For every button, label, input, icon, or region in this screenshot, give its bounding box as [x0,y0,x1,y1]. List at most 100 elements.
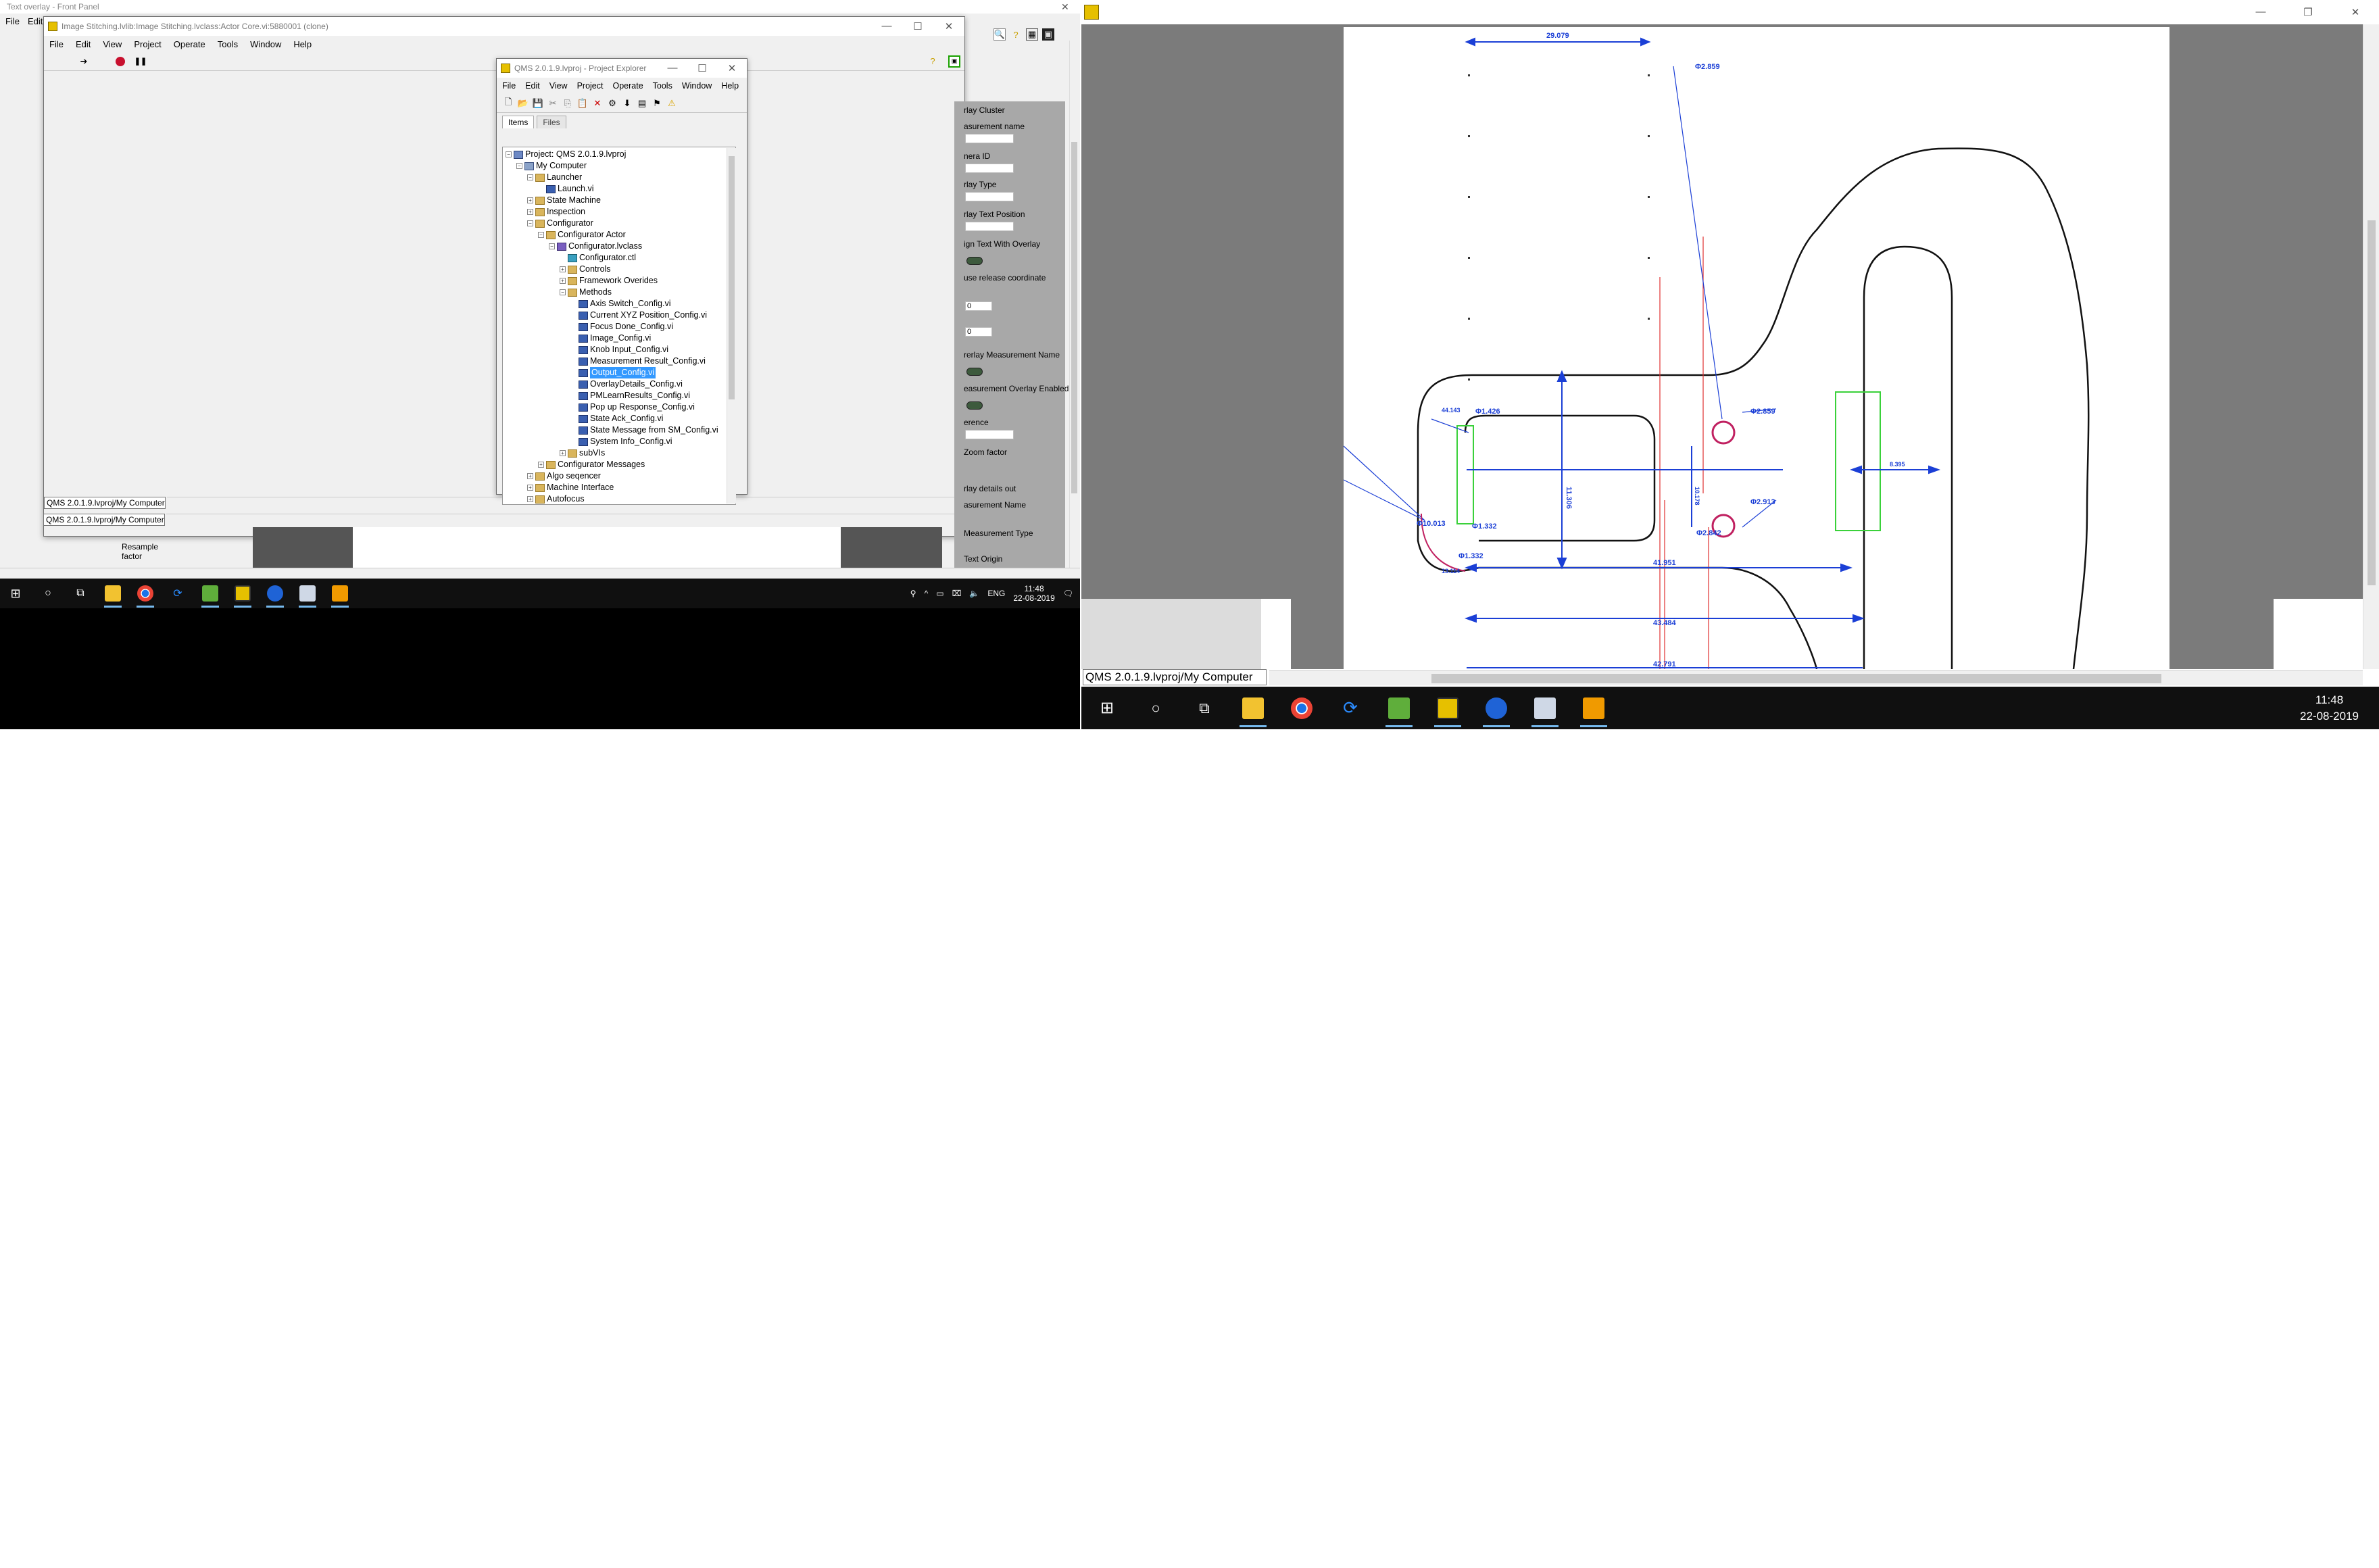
expand-icon[interactable]: + [527,473,533,479]
tree-item[interactable]: Output_Config.vi [570,367,656,378]
deploy-icon[interactable]: ⬇ [621,97,633,109]
notepad-icon[interactable] [199,582,222,608]
expand-icon[interactable]: + [560,450,566,456]
tree-item[interactable]: Pop up Response_Config.vi [570,401,695,413]
collapse-icon[interactable]: − [527,174,533,180]
collapse-icon[interactable]: − [506,151,512,157]
menu-view[interactable]: View [103,39,122,49]
search-icon[interactable]: ○ [36,582,59,605]
expand-icon[interactable]: + [560,266,566,272]
minimize-button[interactable]: — [871,20,902,32]
menu-operate[interactable]: Operate [612,81,643,91]
menu-view[interactable]: View [549,81,568,91]
close-button[interactable]: ✕ [717,62,747,74]
image-hscrollbar[interactable] [1269,670,2363,685]
vi-app-icon[interactable] [1577,692,1610,727]
sync-icon[interactable]: ⟳ [166,582,189,605]
tree-item[interactable]: Axis Switch_Config.vi [570,298,671,310]
chrome-icon[interactable] [1285,692,1318,725]
document-app-icon[interactable] [296,582,319,608]
cut-icon[interactable]: ✂ [547,97,559,109]
tree-item[interactable]: System Info_Config.vi [570,436,672,447]
vision-app-icon[interactable] [1480,692,1513,727]
tree-item[interactable]: Focus Done_Config.vi [570,321,673,333]
vision-app-icon[interactable] [264,582,287,608]
abort-icon[interactable] [116,56,125,66]
menu-operate[interactable]: Operate [174,39,205,49]
menu-file[interactable]: File [502,81,516,91]
notification-icon[interactable]: 🗨 [1063,589,1073,598]
background-vscrollbar[interactable] [1069,41,1079,574]
tab-items[interactable]: Items [502,116,535,128]
collapse-icon[interactable]: − [560,289,566,295]
menu-file[interactable]: File [5,16,20,28]
tree-item[interactable]: PMLearnResults_Config.vi [570,390,690,401]
save-all-icon[interactable]: 💾 [532,97,544,109]
labview-app-icon[interactable] [231,582,254,608]
windows-start-icon[interactable]: ⊞ [4,582,27,605]
menu-help[interactable]: Help [293,39,312,49]
tree-item[interactable]: State Message from SM_Config.vi [570,424,718,436]
release-y-field[interactable]: 0 [965,327,992,337]
file-explorer-icon[interactable] [1237,692,1269,727]
menu-edit[interactable]: Edit [28,16,43,28]
delete-icon[interactable]: ✕ [591,97,604,109]
background-window-close-button[interactable]: ✕ [1061,1,1069,13]
menu-help[interactable]: Help [721,81,739,91]
notepad-icon[interactable] [1383,692,1415,727]
minimize-button[interactable]: — [658,62,687,74]
tree-item[interactable]: Knob Input_Config.vi [570,344,668,356]
release-x-field[interactable]: 0 [965,301,992,311]
document-app-icon[interactable] [1529,692,1561,727]
expand-icon[interactable]: + [527,209,533,215]
image-display[interactable]: 29.079 Φ2.859 Φ2.859 Φ2.913 Φ1.426 Φ10.0… [1081,24,2363,669]
tree-item[interactable]: + Machine Interface [527,482,614,493]
tree-item[interactable]: − Configurator [527,218,593,229]
image-vscrollbar[interactable] [2363,24,2379,669]
clock[interactable]: 11:48 22-08-2019 [1013,584,1054,603]
menu-project[interactable]: Project [134,39,161,49]
people-icon[interactable]: ⚲ [910,589,916,598]
menu-project[interactable]: Project [577,81,604,91]
menu-window[interactable]: Window [682,81,712,91]
tree-item[interactable]: − Configurator.lvclass [549,241,642,252]
new-icon[interactable]: 🗋 [502,97,514,109]
overlay-enabled-toggle[interactable] [966,401,983,410]
tree-item[interactable]: − Launcher [527,172,582,183]
image-viewer-titlebar[interactable]: — ❐ ✕ [1081,0,2379,24]
maximize-button[interactable]: ☐ [687,62,717,74]
menu-file[interactable]: File [49,39,64,49]
project-explorer-titlebar[interactable]: QMS 2.0.1.9.lvproj - Project Explorer — … [497,59,747,78]
overlay-text-position-field[interactable] [965,222,1014,231]
menu-tools[interactable]: Tools [653,81,672,91]
menu-window[interactable]: Window [250,39,281,49]
tree-item[interactable]: Image_Config.vi [570,333,651,344]
tree-item[interactable]: − Configurator Actor [538,229,626,241]
filter-icon[interactable]: ⚑ [651,97,663,109]
view-options-icon[interactable]: ▤ [636,97,648,109]
warning-icon[interactable]: ⚠ [666,97,678,109]
chevron-up-icon[interactable]: ^ [925,589,929,598]
maximize-button[interactable]: ☐ [902,20,933,32]
tree-item[interactable]: Configurator.ctl [560,252,636,264]
tree-item[interactable]: OverlayDetails_Config.vi [570,378,683,390]
build-icon[interactable]: ⚙ [606,97,618,109]
tree-item[interactable]: + Configurator Messages [538,459,645,470]
clock[interactable]: 11:48 22-08-2019 [2300,692,2379,725]
zoom-icon[interactable]: 🔍 [994,28,1006,41]
vi-app-icon[interactable] [328,582,351,608]
tab-files[interactable]: Files [537,116,566,128]
collapse-icon[interactable]: − [538,232,544,238]
copy-icon[interactable]: ⎘ [562,97,574,109]
paste-icon[interactable]: 📋 [577,97,589,109]
reference-field[interactable] [965,430,1014,439]
desktop-hscrollbar[interactable] [0,568,1080,579]
windows-start-icon[interactable]: ⊞ [1091,692,1123,725]
search-icon[interactable]: ○ [1139,692,1172,725]
collapse-icon[interactable]: − [527,220,533,226]
menu-edit[interactable]: Edit [76,39,91,49]
run-arrow-icon[interactable]: ➔ [78,55,90,68]
network-icon[interactable]: ⌧ [952,589,962,598]
open-icon[interactable]: 📂 [517,97,529,109]
tree-item[interactable]: − My Computer [516,160,587,172]
